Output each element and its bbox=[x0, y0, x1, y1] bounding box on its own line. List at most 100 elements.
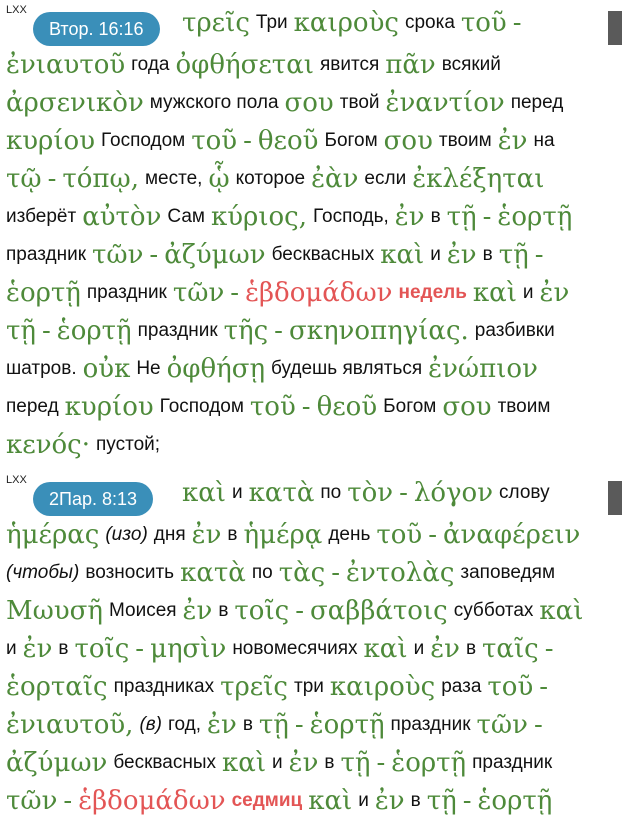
greek-word[interactable]: ἐν bbox=[395, 202, 425, 232]
greek-word[interactable]: ὀφθήσεται bbox=[176, 50, 314, 80]
greek-word[interactable]: - bbox=[535, 240, 544, 270]
greek-word[interactable]: ἐν bbox=[447, 240, 477, 270]
greek-word[interactable]: τὸν bbox=[347, 478, 393, 508]
greek-word[interactable]: ἐντολὰς bbox=[346, 558, 454, 588]
greek-word[interactable]: ἐν bbox=[207, 710, 237, 740]
greek-word[interactable]: ἑορτῇ bbox=[310, 710, 385, 740]
greek-word[interactable]: πᾶν bbox=[385, 50, 435, 80]
greek-word[interactable]: τοῦ bbox=[487, 672, 533, 702]
greek-word[interactable]: - bbox=[513, 8, 522, 38]
highlighted-greek-word[interactable]: ἑβδομάδων bbox=[245, 278, 392, 308]
greek-word[interactable]: - bbox=[331, 558, 340, 588]
greek-word[interactable]: σαββάτοις bbox=[310, 596, 448, 626]
greek-word[interactable]: κενός· bbox=[6, 430, 90, 460]
greek-word[interactable]: θεοῦ bbox=[258, 126, 319, 156]
greek-word[interactable]: ᾧ bbox=[208, 164, 229, 194]
greek-word[interactable]: τὰς bbox=[279, 558, 326, 588]
greek-word[interactable]: οὐκ bbox=[83, 354, 131, 384]
greek-word[interactable]: - bbox=[243, 126, 252, 156]
greek-word[interactable]: ἐὰν bbox=[311, 164, 358, 194]
greek-word[interactable]: τοῖς bbox=[234, 596, 289, 626]
greek-word[interactable]: τρεῖς bbox=[182, 8, 250, 38]
greek-word[interactable]: τῇ bbox=[259, 710, 289, 740]
greek-word[interactable]: ἀζύμων bbox=[164, 240, 265, 270]
greek-word[interactable]: ἑορτῇ bbox=[6, 278, 81, 308]
greek-word[interactable]: μησὶν bbox=[150, 634, 226, 664]
greek-word[interactable]: - bbox=[534, 710, 543, 740]
greek-word[interactable]: - bbox=[463, 786, 472, 816]
greek-word[interactable]: - bbox=[295, 596, 304, 626]
greek-word[interactable]: θεοῦ bbox=[317, 392, 378, 422]
greek-word[interactable]: - bbox=[135, 634, 144, 664]
greek-word[interactable]: καὶ bbox=[182, 478, 226, 508]
greek-word[interactable]: ἐκλέξηται bbox=[412, 164, 544, 194]
greek-word[interactable]: τῶν bbox=[173, 278, 224, 308]
greek-word[interactable]: ἑορτῇ bbox=[477, 786, 552, 816]
greek-word[interactable]: ἀζύμων bbox=[6, 748, 107, 778]
greek-word[interactable]: κυρίου bbox=[6, 126, 95, 156]
greek-word[interactable]: καιροὺς bbox=[294, 8, 399, 38]
greek-word[interactable]: - bbox=[230, 278, 239, 308]
greek-word[interactable]: τῶν bbox=[92, 240, 143, 270]
greek-word[interactable]: - bbox=[539, 672, 548, 702]
greek-word[interactable]: τῶν bbox=[477, 710, 528, 740]
greek-word[interactable]: - bbox=[42, 316, 51, 346]
greek-word[interactable]: ἐνιαυτοῦ, bbox=[6, 710, 133, 740]
greek-word[interactable]: ἐν bbox=[23, 634, 53, 664]
greek-word[interactable]: καιροὺς bbox=[330, 672, 435, 702]
greek-word[interactable]: τοῦ bbox=[376, 520, 422, 550]
greek-word[interactable]: ἐν bbox=[498, 126, 528, 156]
greek-word[interactable]: ἑορταῖς bbox=[6, 672, 108, 702]
greek-word[interactable]: σκηνοπηγίας. bbox=[289, 316, 469, 346]
greek-word[interactable]: τόπῳ, bbox=[62, 164, 139, 194]
greek-word[interactable]: - bbox=[545, 634, 554, 664]
verse-reference-button[interactable]: 2Пар. 8:13 bbox=[33, 482, 154, 516]
greek-word[interactable]: ἐν bbox=[183, 596, 213, 626]
greek-word[interactable]: ἀρσενικὸν bbox=[6, 88, 144, 118]
greek-word[interactable]: κατὰ bbox=[180, 558, 246, 588]
greek-word[interactable]: - bbox=[274, 316, 283, 346]
greek-word[interactable]: κατὰ bbox=[249, 478, 315, 508]
greek-word[interactable]: τῇ bbox=[447, 202, 477, 232]
greek-word[interactable]: ἐνιαυτοῦ bbox=[6, 50, 125, 80]
greek-word[interactable]: λόγον bbox=[414, 478, 493, 508]
greek-word[interactable]: ἐν bbox=[375, 786, 405, 816]
greek-word[interactable]: ἑορτῇ bbox=[391, 748, 466, 778]
greek-word[interactable]: καὶ bbox=[539, 596, 583, 626]
greek-word[interactable]: καὶ bbox=[308, 786, 352, 816]
greek-word[interactable]: - bbox=[399, 478, 408, 508]
greek-word[interactable]: ἐν bbox=[430, 634, 460, 664]
greek-word[interactable]: - bbox=[483, 202, 492, 232]
greek-word[interactable]: τῆς bbox=[224, 316, 269, 346]
greek-word[interactable]: - bbox=[302, 392, 311, 422]
greek-word[interactable]: κυρίου bbox=[65, 392, 154, 422]
greek-word[interactable]: καὶ bbox=[364, 634, 408, 664]
greek-word[interactable]: ὀφθήσῃ bbox=[167, 354, 265, 384]
greek-word[interactable]: - bbox=[376, 748, 385, 778]
greek-word[interactable]: - bbox=[63, 786, 72, 816]
greek-word[interactable]: ταῖς bbox=[482, 634, 539, 664]
greek-word[interactable]: κύριος, bbox=[211, 202, 307, 232]
greek-word[interactable]: σου bbox=[442, 392, 491, 422]
greek-word[interactable]: τοῦ bbox=[250, 392, 296, 422]
greek-word[interactable]: σου bbox=[285, 88, 334, 118]
greek-word[interactable]: τῷ bbox=[6, 164, 42, 194]
greek-word[interactable]: τοῦ bbox=[191, 126, 237, 156]
greek-word[interactable]: - bbox=[295, 710, 304, 740]
highlighted-greek-word[interactable]: ἑβδομάδων bbox=[78, 786, 225, 816]
greek-word[interactable]: - bbox=[48, 164, 57, 194]
greek-word[interactable]: ἑορτῇ bbox=[497, 202, 572, 232]
greek-word[interactable]: καὶ bbox=[473, 278, 517, 308]
greek-word[interactable]: Μωυσῆ bbox=[6, 596, 103, 626]
greek-word[interactable]: τῇ bbox=[341, 748, 371, 778]
greek-word[interactable]: ἐν bbox=[540, 278, 570, 308]
greek-word[interactable]: τρεῖς bbox=[220, 672, 288, 702]
bookmark-icon[interactable] bbox=[608, 11, 622, 45]
greek-word[interactable]: τῇ bbox=[499, 240, 529, 270]
greek-word[interactable]: καὶ bbox=[380, 240, 424, 270]
greek-word[interactable]: αὐτὸν bbox=[82, 202, 161, 232]
greek-word[interactable]: τῶν bbox=[6, 786, 57, 816]
greek-word[interactable]: ἡμέρας bbox=[6, 520, 99, 550]
greek-word[interactable]: ἐν bbox=[192, 520, 222, 550]
greek-word[interactable]: καὶ bbox=[222, 748, 266, 778]
